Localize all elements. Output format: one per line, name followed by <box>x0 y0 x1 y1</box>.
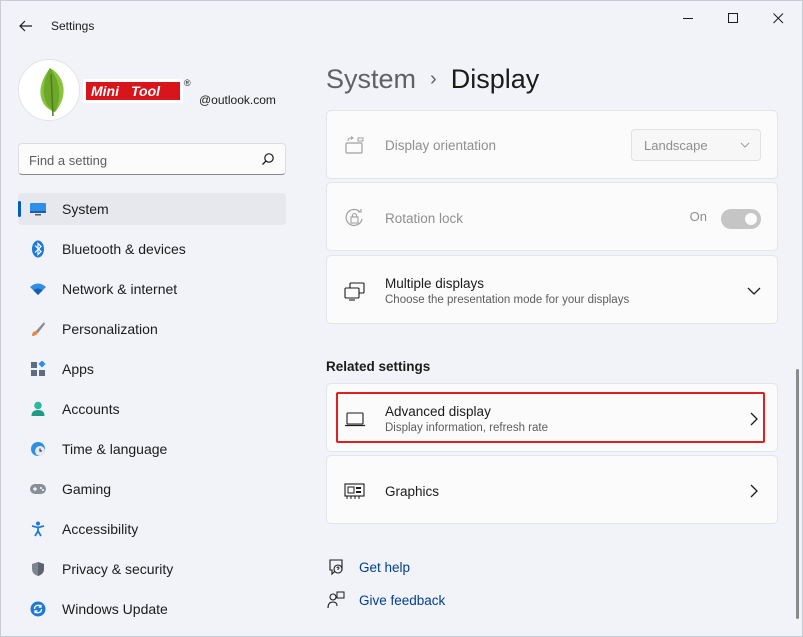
sidebar-item-gaming[interactable]: Gaming <box>18 473 286 505</box>
arrow-left-icon <box>19 20 32 32</box>
orientation-icon <box>344 135 366 157</box>
give-feedback-link[interactable]: Give feedback <box>326 589 445 611</box>
multiple-displays-icon <box>344 280 366 302</box>
sidebar-item-label: System <box>62 201 109 217</box>
multiple-displays-description: Choose the presentation mode for your di… <box>385 294 630 306</box>
shield-icon <box>29 560 47 578</box>
bluetooth-icon <box>29 240 47 258</box>
person-icon <box>29 400 47 418</box>
advanced-display-card[interactable]: Advanced display Display information, re… <box>326 383 778 452</box>
orientation-dropdown[interactable]: Landscape <box>631 129 761 161</box>
sidebar-item-network[interactable]: Network & internet <box>18 273 286 305</box>
svg-text:®: ® <box>184 78 191 88</box>
clock-globe-icon <box>29 440 47 458</box>
chevron-down-icon <box>740 142 750 148</box>
advanced-display-label: Advanced display <box>385 404 491 419</box>
page-title: Display <box>450 63 540 94</box>
wifi-icon <box>29 280 47 298</box>
minimize-button[interactable] <box>666 7 710 29</box>
display-orientation-label: Display orientation <box>385 138 497 153</box>
leaf-icon <box>40 68 64 117</box>
multiple-displays-label: Multiple displays <box>385 276 485 291</box>
advanced-display-description: Display information, refresh rate <box>385 422 548 434</box>
search-box[interactable] <box>18 143 286 175</box>
sidebar-item-label: Time & language <box>62 441 168 457</box>
accessibility-icon <box>29 520 47 538</box>
sidebar-item-label: Gaming <box>62 481 112 497</box>
settings-window: Settings Mini Tool ® @outlook.com Find a… <box>0 0 803 637</box>
graphics-label: Graphics <box>385 484 440 499</box>
graphics-card[interactable]: Graphics <box>326 455 778 524</box>
sidebar-item-apps[interactable]: Apps <box>18 353 286 385</box>
chevron-down-icon[interactable] <box>747 286 761 296</box>
chevron-right-icon <box>750 484 758 498</box>
search-icon[interactable] <box>261 152 275 166</box>
search-input[interactable] <box>29 151 249 169</box>
svg-text:Mini: Mini <box>91 83 120 99</box>
rotation-lock-card: Rotation lock On <box>326 182 778 251</box>
close-icon <box>772 12 783 23</box>
rotation-lock-icon <box>344 207 366 229</box>
sidebar-item-accounts[interactable]: Accounts <box>18 393 286 425</box>
back-button[interactable] <box>13 13 39 39</box>
brush-icon <box>29 320 47 338</box>
title-bar: Settings <box>1 1 802 49</box>
sidebar-item-accessibility[interactable]: Accessibility <box>18 513 286 545</box>
apps-icon <box>29 360 47 378</box>
orientation-dropdown-value: Landscape <box>644 138 708 153</box>
sidebar-item-privacy[interactable]: Privacy & security <box>18 553 286 585</box>
display-orientation-card: Display orientation Landscape <box>326 110 778 179</box>
chevron-right-icon <box>750 412 758 426</box>
account-email: @outlook.com <box>199 93 276 107</box>
sidebar-item-label: Accessibility <box>62 521 139 537</box>
gamepad-icon <box>29 480 47 498</box>
feedback-icon <box>326 590 346 610</box>
toggle-knob <box>745 213 757 225</box>
sidebar-item-bluetooth[interactable]: Bluetooth & devices <box>18 233 286 265</box>
scrollbar[interactable] <box>796 369 799 619</box>
graphics-card-icon <box>344 480 366 502</box>
sidebar-item-personalization[interactable]: Personalization <box>18 313 286 345</box>
breadcrumb-separator: › <box>430 67 437 90</box>
rotation-lock-toggle[interactable] <box>721 209 761 229</box>
sidebar-item-label: Accounts <box>62 401 120 417</box>
minitool-logo: Mini Tool ® <box>83 78 191 103</box>
monitor-icon <box>29 200 47 218</box>
give-feedback-label: Give feedback <box>359 592 446 608</box>
avatar[interactable] <box>18 59 80 121</box>
get-help-label: Get help <box>359 559 411 575</box>
minimize-icon <box>682 17 693 19</box>
window-title: Settings <box>51 19 95 33</box>
sidebar-item-label: Apps <box>62 361 94 377</box>
laptop-icon <box>344 408 366 430</box>
help-icon <box>326 557 346 577</box>
svg-text:Tool: Tool <box>131 83 161 99</box>
get-help-link[interactable]: Get help <box>326 556 410 578</box>
related-settings-heading: Related settings <box>326 359 431 374</box>
selection-indicator <box>18 201 21 217</box>
maximize-icon <box>727 12 738 23</box>
breadcrumb-parent[interactable]: System <box>326 64 416 95</box>
sidebar-item-label: Personalization <box>62 321 158 337</box>
sidebar-item-label: Network & internet <box>62 281 178 297</box>
rotation-lock-state: On <box>689 209 707 224</box>
sidebar-item-system[interactable]: System <box>18 193 286 225</box>
breadcrumb: System › Display <box>326 59 539 99</box>
sidebar-item-label: Windows Update <box>62 601 168 617</box>
close-button[interactable] <box>756 7 800 29</box>
multiple-displays-card[interactable]: Multiple displays Choose the presentatio… <box>326 255 778 324</box>
sidebar-item-time-language[interactable]: Time & language <box>18 433 286 465</box>
maximize-button[interactable] <box>711 7 755 29</box>
sidebar-item-label: Bluetooth & devices <box>62 241 186 257</box>
sidebar-item-label: Privacy & security <box>62 561 174 577</box>
sidebar-item-windows-update[interactable]: Windows Update <box>18 593 286 625</box>
sidebar-nav: System Bluetooth & devices Network & int… <box>18 193 286 633</box>
update-icon <box>29 600 47 618</box>
rotation-lock-label: Rotation lock <box>385 211 464 226</box>
